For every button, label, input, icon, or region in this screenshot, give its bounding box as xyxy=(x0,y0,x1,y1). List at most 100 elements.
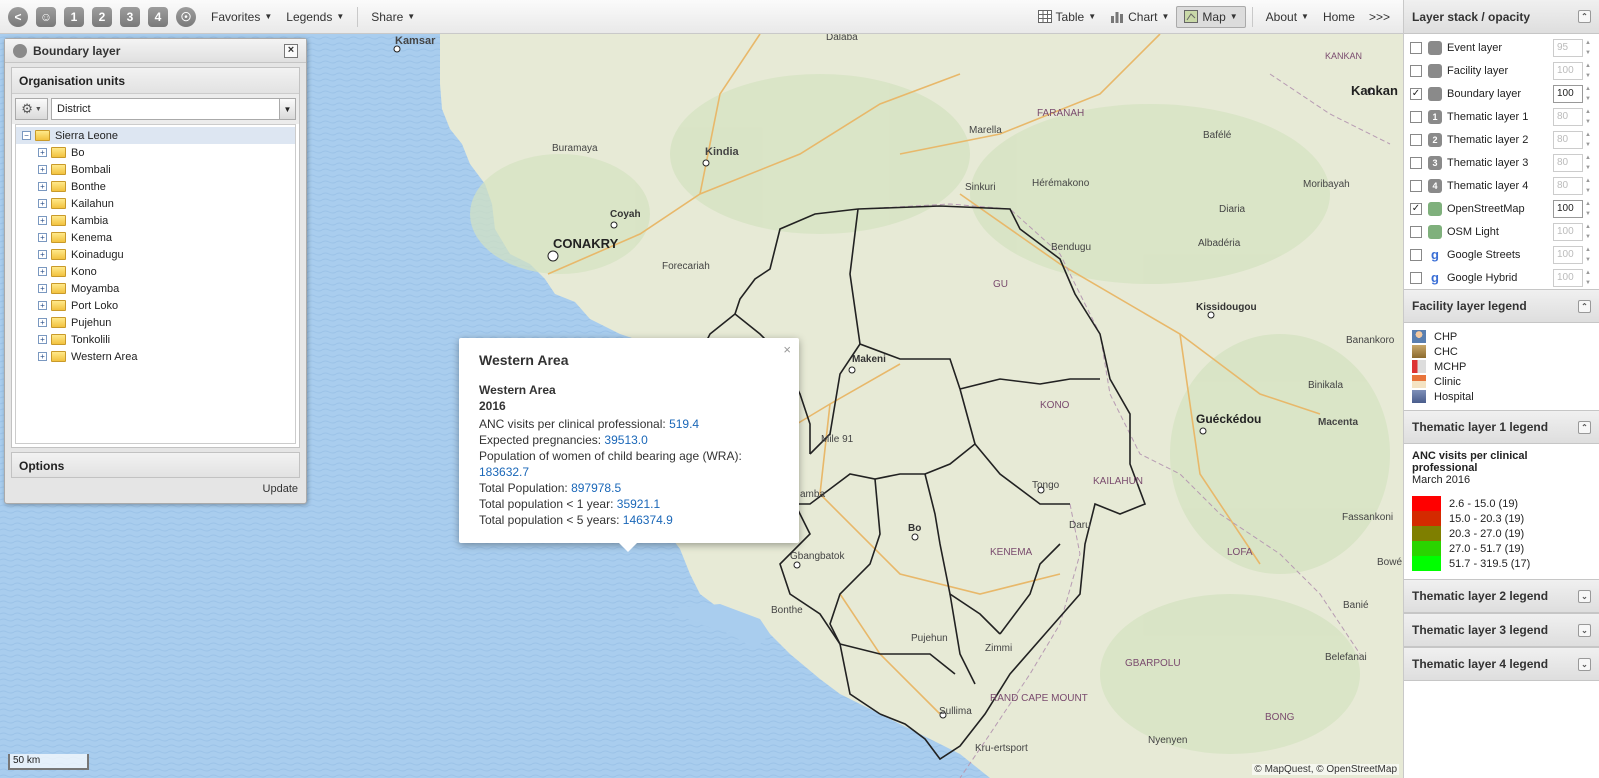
tree-node[interactable]: + Pujehun xyxy=(16,314,295,331)
expand-icon[interactable]: + xyxy=(38,318,47,327)
thematic-layer-3-button[interactable]: 3 xyxy=(120,6,140,27)
thematic-legend-3-header[interactable]: Thematic layer 3 legend ⌄ xyxy=(1404,613,1599,647)
collapse-icon[interactable]: ⌃ xyxy=(1578,299,1591,313)
opacity-spinner-icon[interactable]: ▲ ▼ xyxy=(1585,85,1595,103)
expand-icon[interactable]: + xyxy=(38,216,47,225)
legend-item: Clinic xyxy=(1412,374,1591,389)
expand-icon[interactable]: + xyxy=(38,148,47,157)
layer-name: Thematic layer 3 xyxy=(1447,156,1529,169)
tree-node[interactable]: + Bombali xyxy=(16,161,295,178)
tree-node[interactable]: + Moyamba xyxy=(16,280,295,297)
expand-icon[interactable]: + xyxy=(38,233,47,242)
favorites-menu[interactable]: Favorites ▼ xyxy=(204,7,279,27)
expand-icon[interactable]: + xyxy=(38,250,47,259)
share-menu[interactable]: Share ▼ xyxy=(364,7,422,27)
tree-node[interactable]: + Bo xyxy=(16,144,295,161)
opacity-spinner-icon[interactable]: ▲ ▼ xyxy=(1585,200,1595,218)
tree-root[interactable]: − Sierra Leone xyxy=(16,127,295,144)
opacity-spinner-icon[interactable]: ▲ ▼ xyxy=(1585,223,1595,241)
thematic-layer-4-button[interactable]: 4 xyxy=(148,6,168,27)
table-menu[interactable]: Table ▼ xyxy=(1031,7,1104,27)
expand-icon[interactable]: + xyxy=(38,182,47,191)
about-menu[interactable]: About ▼ xyxy=(1259,7,1316,27)
opacity-field[interactable]: 100 xyxy=(1553,84,1583,103)
toolbar-divider xyxy=(357,6,359,27)
event-layer-icon[interactable]: < xyxy=(8,6,28,27)
opacity-field[interactable]: 100 xyxy=(1553,245,1583,264)
expand-icon[interactable]: ⌄ xyxy=(1578,657,1591,671)
expand-icon[interactable]: + xyxy=(38,284,47,293)
tree-node[interactable]: + Port Loko xyxy=(16,297,295,314)
svg-text:Makeni: Makeni xyxy=(852,354,886,365)
opacity-field[interactable]: 80 xyxy=(1553,153,1583,172)
level-combobox[interactable]: District ▼ xyxy=(51,98,296,120)
layer-checkbox[interactable]: ✓ xyxy=(1410,87,1422,100)
tree-node[interactable]: + Kailahun xyxy=(16,195,295,212)
tree-node[interactable]: + Kono xyxy=(16,263,295,280)
boundary-layer-globe-icon[interactable]: ☉ xyxy=(176,6,196,27)
thematic-layer-1-button[interactable]: 1 xyxy=(64,6,84,27)
opacity-field[interactable]: 100 xyxy=(1553,268,1583,287)
collapse-icon[interactable]: ⌃ xyxy=(1578,10,1591,23)
tree-node[interactable]: + Bonthe xyxy=(16,178,295,195)
popup-close-icon[interactable]: × xyxy=(783,342,791,357)
opacity-field[interactable]: 100 xyxy=(1553,61,1583,80)
legends-menu[interactable]: Legends ▼ xyxy=(279,7,351,27)
opacity-field[interactable]: 100 xyxy=(1553,199,1583,218)
layer-checkbox[interactable] xyxy=(1410,156,1422,169)
expand-icon[interactable]: + xyxy=(38,199,47,208)
tree-node[interactable]: + Western Area xyxy=(16,348,295,365)
thematic-legend-2-header[interactable]: Thematic layer 2 legend ⌄ xyxy=(1404,579,1599,613)
more-button[interactable]: >>> xyxy=(1362,7,1397,27)
thematic-layer-icon: 4 xyxy=(1428,178,1442,193)
facility-layer-icon[interactable]: ☺ xyxy=(36,6,56,27)
chart-menu[interactable]: Chart ▼ xyxy=(1103,7,1176,27)
opacity-spinner-icon[interactable]: ▲ ▼ xyxy=(1585,177,1595,195)
opacity-spinner-icon[interactable]: ▲ ▼ xyxy=(1585,62,1595,80)
opacity-field[interactable]: 80 xyxy=(1553,107,1583,126)
tree-node[interactable]: + Kambia xyxy=(16,212,295,229)
chevron-down-icon[interactable]: ▼ xyxy=(279,99,295,119)
layer-checkbox[interactable] xyxy=(1410,133,1422,146)
opacity-spinner-icon[interactable]: ▲ ▼ xyxy=(1585,108,1595,126)
collapse-icon[interactable]: ⌃ xyxy=(1578,420,1591,434)
layer-checkbox[interactable] xyxy=(1410,225,1422,238)
gear-icon[interactable]: ⚙ ▼ xyxy=(15,98,48,120)
opacity-spinner-icon[interactable]: ▲ ▼ xyxy=(1585,269,1595,287)
opacity-field[interactable]: 80 xyxy=(1553,176,1583,195)
expand-icon[interactable]: + xyxy=(38,352,47,361)
expand-icon[interactable]: + xyxy=(38,335,47,344)
layer-checkbox[interactable]: ✓ xyxy=(1410,202,1422,215)
svg-text:Sinkuri: Sinkuri xyxy=(965,182,996,193)
legend-swatch xyxy=(1412,556,1441,571)
home-link[interactable]: Home xyxy=(1316,7,1362,27)
layer-checkbox[interactable] xyxy=(1410,179,1422,192)
layer-checkbox[interactable] xyxy=(1410,41,1422,54)
expand-icon[interactable]: + xyxy=(38,301,47,310)
expand-icon[interactable]: ⌄ xyxy=(1578,623,1591,637)
tree-node[interactable]: + Tonkolili xyxy=(16,331,295,348)
thematic-legend-4-header[interactable]: Thematic layer 4 legend ⌄ xyxy=(1404,647,1599,681)
opacity-spinner-icon[interactable]: ▲ ▼ xyxy=(1585,154,1595,172)
thematic-layer-2-button[interactable]: 2 xyxy=(92,6,112,27)
layer-checkbox[interactable] xyxy=(1410,248,1422,261)
opacity-spinner-icon[interactable]: ▲ ▼ xyxy=(1585,39,1595,57)
opacity-spinner-icon[interactable]: ▲ ▼ xyxy=(1585,131,1595,149)
layer-checkbox[interactable] xyxy=(1410,110,1422,123)
expand-icon[interactable]: + xyxy=(38,267,47,276)
close-icon[interactable]: × xyxy=(284,43,298,58)
tree-node[interactable]: + Koinadugu xyxy=(16,246,295,263)
update-button[interactable]: Update xyxy=(263,483,298,495)
expand-icon[interactable]: ⌄ xyxy=(1578,589,1591,603)
opacity-spinner-icon[interactable]: ▲ ▼ xyxy=(1585,246,1595,264)
opacity-field[interactable]: 100 xyxy=(1553,222,1583,241)
opacity-field[interactable]: 80 xyxy=(1553,130,1583,149)
map-menu[interactable]: Map ▼ xyxy=(1176,5,1246,28)
layer-checkbox[interactable] xyxy=(1410,271,1422,284)
collapse-icon[interactable]: − xyxy=(22,131,31,140)
opacity-field[interactable]: 95 xyxy=(1553,38,1583,57)
layer-checkbox[interactable] xyxy=(1410,64,1422,77)
expand-icon[interactable]: + xyxy=(38,165,47,174)
tree-node[interactable]: + Kenema xyxy=(16,229,295,246)
options-section[interactable]: Options xyxy=(11,452,300,478)
